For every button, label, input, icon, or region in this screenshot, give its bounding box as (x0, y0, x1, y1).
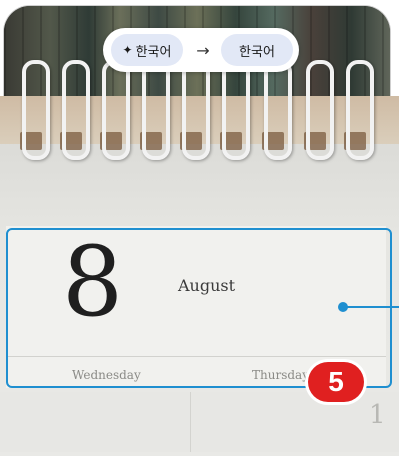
target-language-button[interactable]: 한국어 (221, 34, 293, 66)
translate-language-bar: ✦ 한국어 → 한국어 (103, 28, 299, 72)
spiral-ring (264, 60, 292, 160)
source-language-label: 한국어 (135, 44, 172, 60)
spiral-ring (142, 60, 170, 160)
page-divider-line (190, 392, 191, 452)
callout-dot (338, 302, 348, 312)
spiral-binding (0, 60, 399, 170)
spiral-ring (22, 60, 50, 160)
next-page-number: 1 (369, 400, 386, 430)
target-language-label: 한국어 (239, 44, 275, 60)
arrow-right-icon: → (196, 40, 210, 60)
step-number-badge: 5 (308, 362, 364, 402)
spiral-ring (102, 60, 130, 160)
spiral-ring (222, 60, 250, 160)
spiral-ring (306, 60, 334, 160)
spiral-ring (182, 60, 210, 160)
sparkle-icon: ✦ (122, 43, 133, 57)
callout-line (344, 306, 399, 308)
source-language-button[interactable]: ✦ 한국어 (111, 34, 183, 66)
spiral-ring (62, 60, 90, 160)
spiral-ring (346, 60, 374, 160)
